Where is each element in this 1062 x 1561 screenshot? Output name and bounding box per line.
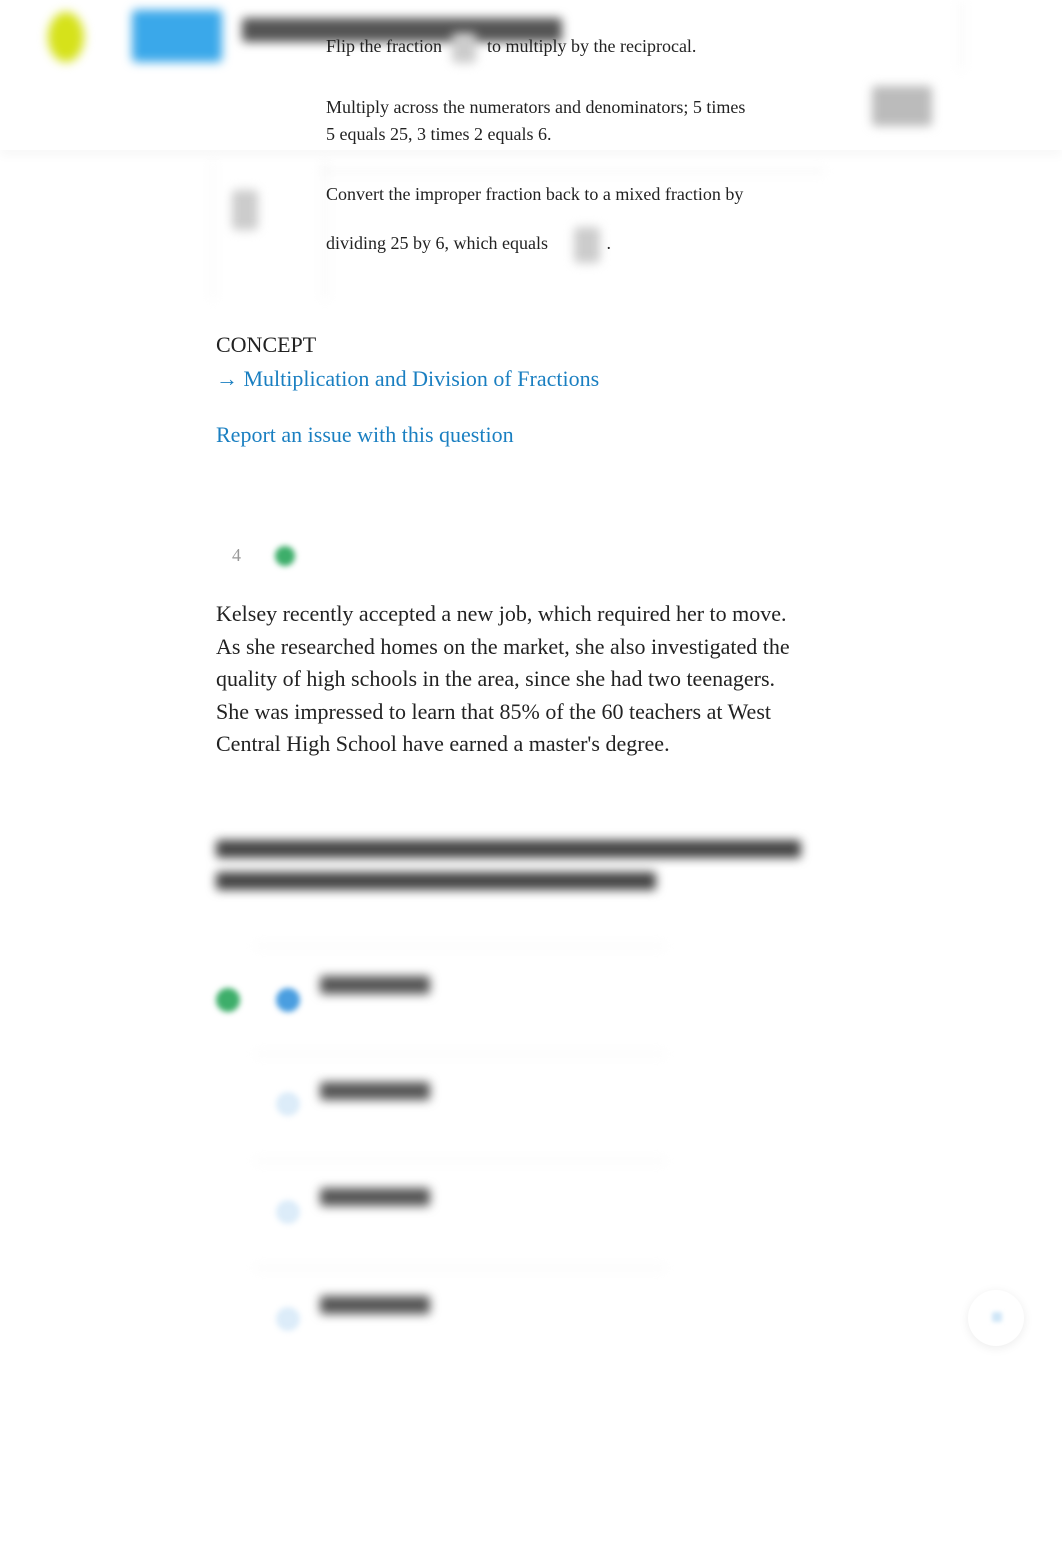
answer-option-4-text bbox=[320, 1296, 430, 1314]
concept-link[interactable]: → Multiplication and Division of Fractio… bbox=[216, 366, 599, 392]
step-text: to multiply by the reciprocal. bbox=[486, 36, 697, 57]
step-text: dividing 25 by 6, which equals bbox=[326, 233, 548, 254]
header-button[interactable] bbox=[132, 10, 222, 62]
answer-option-1-radio[interactable] bbox=[276, 988, 300, 1012]
arrow-up-icon bbox=[992, 1312, 1002, 1322]
report-issue-link[interactable]: Report an issue with this question bbox=[216, 422, 514, 448]
scroll-to-top-button[interactable] bbox=[968, 1290, 1024, 1346]
fraction-image bbox=[452, 33, 477, 63]
divider bbox=[255, 1160, 665, 1162]
logo[interactable] bbox=[48, 12, 84, 62]
divider bbox=[255, 1267, 665, 1269]
step-text: Convert the improper fraction back to a … bbox=[326, 184, 744, 204]
answer-option-3-radio[interactable] bbox=[276, 1200, 300, 1224]
answer-option-4-radio[interactable] bbox=[276, 1307, 300, 1331]
explanation-side-panel bbox=[212, 160, 326, 300]
divider bbox=[320, 170, 825, 172]
divider bbox=[255, 1053, 665, 1055]
explanation-step-3: Convert the improper fraction back to a … bbox=[326, 181, 743, 263]
fraction-image bbox=[232, 190, 258, 230]
answer-option-3-text bbox=[320, 1188, 430, 1206]
explanation-step-1: Flip the fraction to multiply by the rec… bbox=[326, 33, 696, 63]
answer-option-2-text bbox=[320, 1082, 430, 1100]
divider bbox=[255, 945, 665, 947]
question-text: Kelsey recently accepted a new job, whic… bbox=[216, 601, 790, 756]
check-circle-icon bbox=[275, 546, 295, 566]
mixed-fraction-image bbox=[574, 227, 601, 263]
step-text: Flip the fraction bbox=[326, 36, 442, 57]
explanation-step-2: Multiply across the numerators and denom… bbox=[326, 97, 746, 144]
step-text: . bbox=[606, 233, 611, 254]
check-circle-icon bbox=[216, 988, 240, 1012]
header-info bbox=[872, 86, 932, 126]
answer-option-1-text bbox=[320, 976, 430, 994]
divider bbox=[960, 0, 962, 70]
concept-label: CONCEPT bbox=[216, 332, 317, 357]
question-number: 4 bbox=[232, 545, 241, 565]
question-prompt bbox=[216, 830, 806, 894]
answer-option-2-radio[interactable] bbox=[276, 1092, 300, 1116]
